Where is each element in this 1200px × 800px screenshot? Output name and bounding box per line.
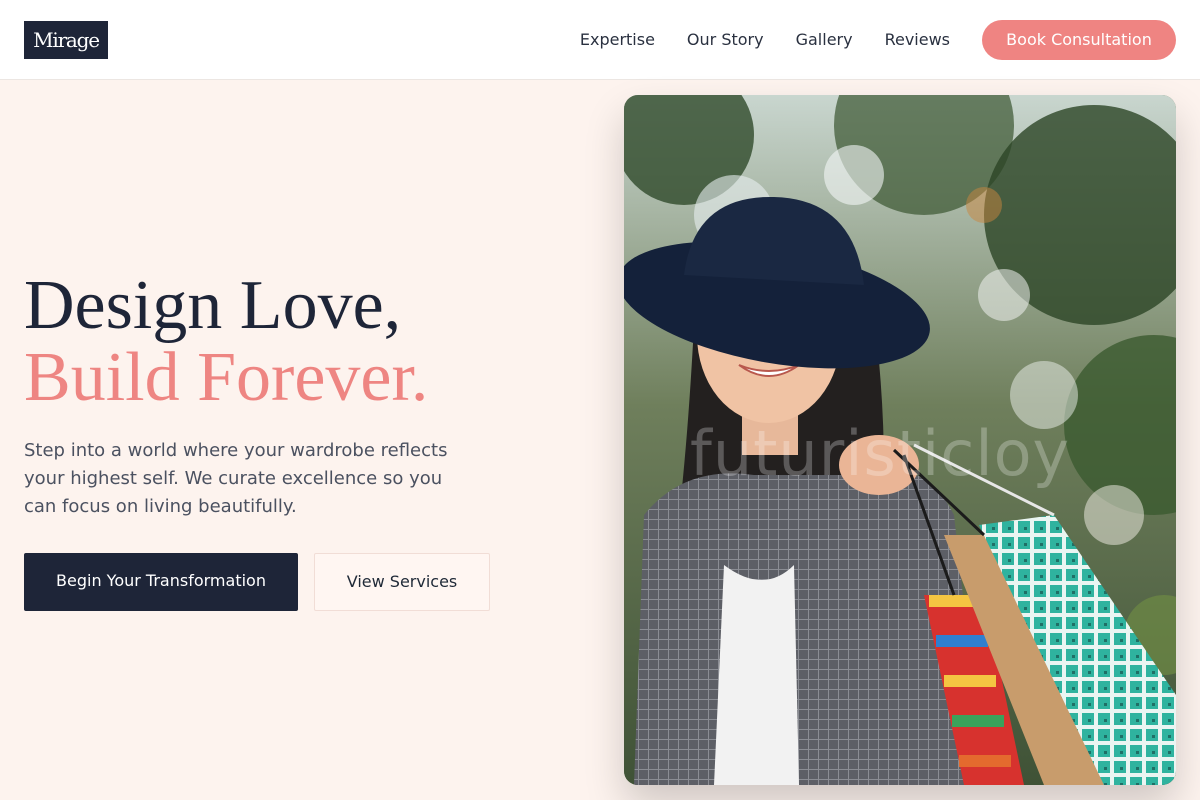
hero-description: Step into a world where your wardrobe re… bbox=[24, 440, 448, 517]
book-consultation-button[interactable]: Book Consultation bbox=[982, 20, 1176, 60]
nav-link-reviews[interactable]: Reviews bbox=[885, 30, 950, 49]
begin-transformation-button[interactable]: Begin Your Transformation bbox=[24, 553, 298, 611]
image-watermark: futuristicloy bbox=[690, 417, 1071, 490]
brand-logo[interactable]: Mirage bbox=[24, 21, 108, 59]
hero-heading-line-1: Design Love, bbox=[24, 267, 402, 344]
main-nav: Expertise Our Story Gallery Reviews bbox=[580, 0, 950, 78]
hero-heading: Design Love, Build Forever. bbox=[24, 270, 428, 414]
view-services-button[interactable]: View Services bbox=[314, 553, 490, 611]
hero-heading-line-2: Build Forever. bbox=[24, 339, 429, 416]
nav-link-our-story[interactable]: Our Story bbox=[687, 30, 764, 49]
hero-photo: futuristicloy bbox=[624, 95, 1176, 785]
nav-link-expertise[interactable]: Expertise bbox=[580, 30, 655, 49]
site-header: Mirage Expertise Our Story Gallery Revie… bbox=[0, 0, 1200, 80]
nav-link-gallery[interactable]: Gallery bbox=[796, 30, 853, 49]
